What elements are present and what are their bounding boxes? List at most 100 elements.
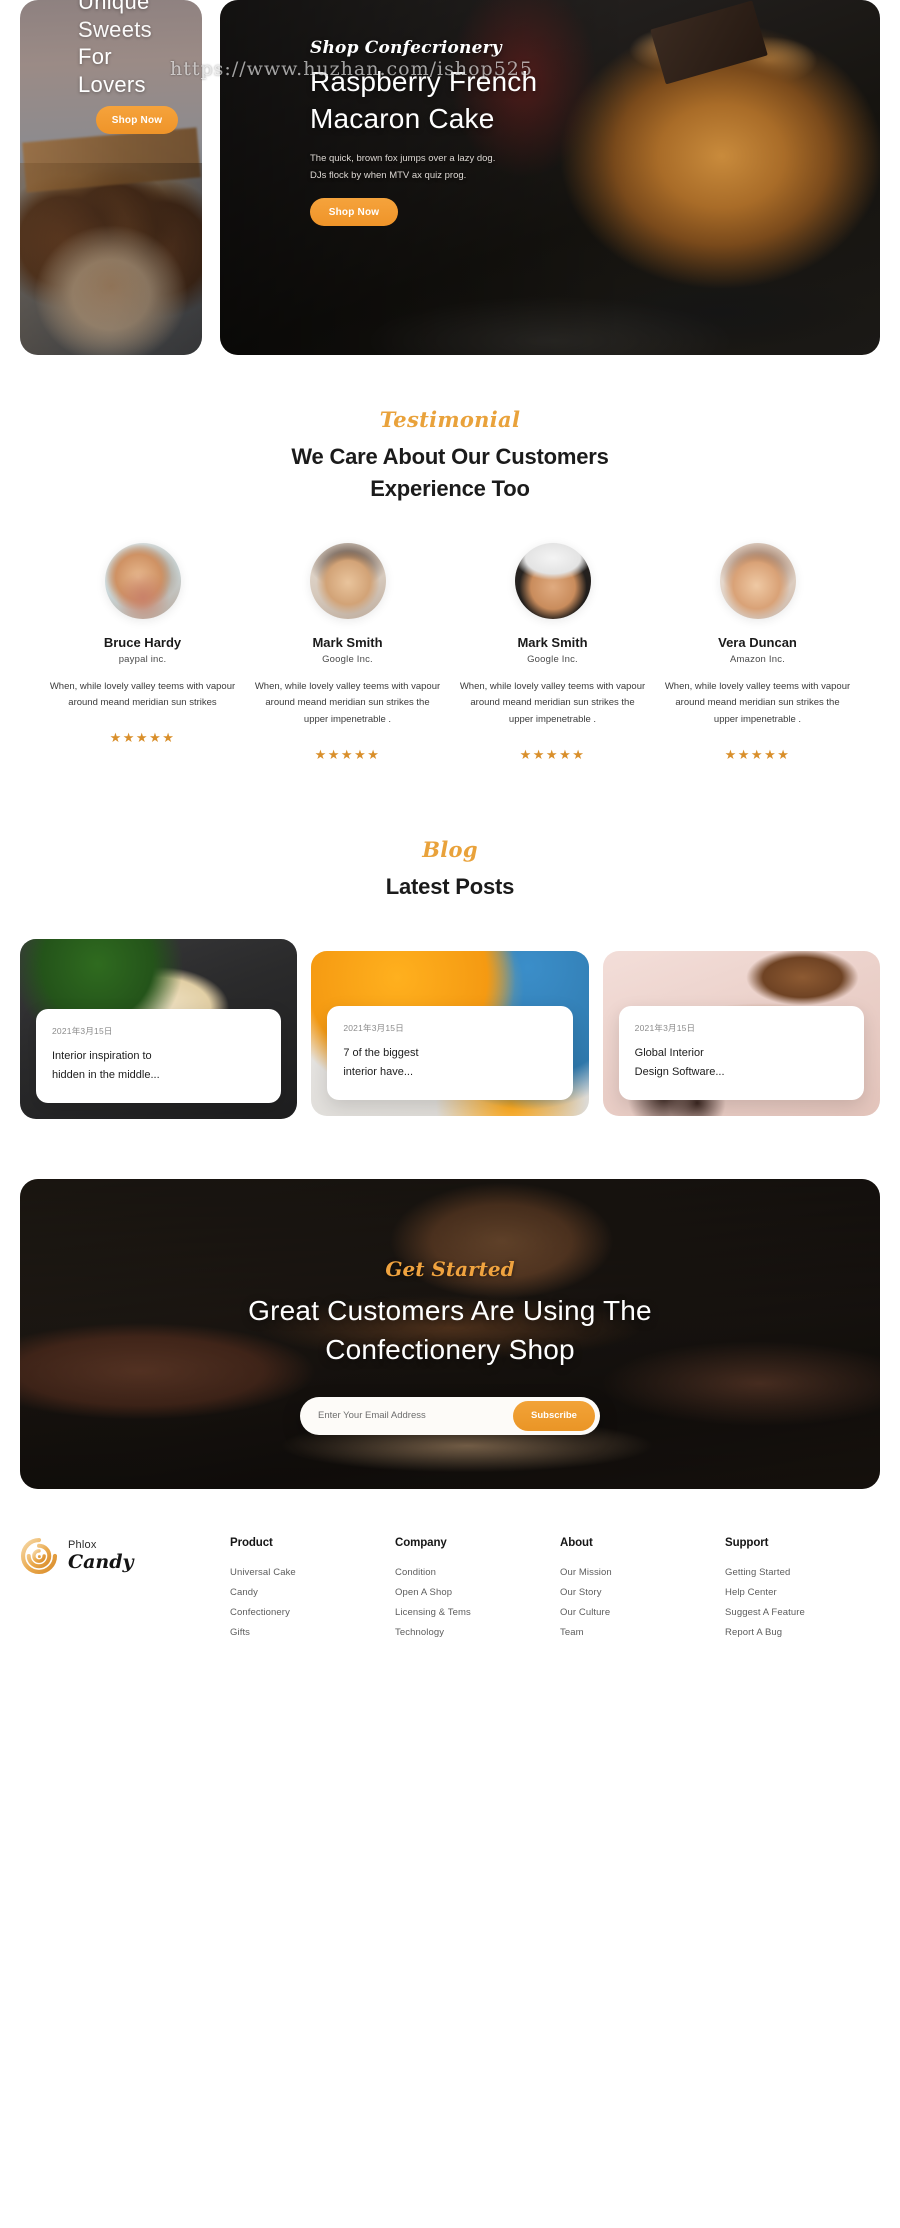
- footer-link-columns: Product Universal Cake Candy Confectione…: [220, 1537, 880, 1647]
- footer-column-about: About Our Mission Our Story Our Culture …: [560, 1537, 715, 1647]
- footer-link[interactable]: Report A Bug: [725, 1627, 880, 1638]
- testimonial-header: Testimonial We Care About Our Customers …: [0, 407, 900, 505]
- hero-right-sub-line1: The quick, brown fox jumps over a lazy d…: [310, 152, 496, 164]
- footer-column-heading: Company: [395, 1536, 447, 1549]
- footer-link[interactable]: Licensing & Tems: [395, 1607, 550, 1618]
- footer-link[interactable]: Team: [560, 1627, 715, 1638]
- rating-stars: ★★★★★: [109, 730, 176, 746]
- footer-link[interactable]: Candy: [230, 1587, 385, 1598]
- footer-link[interactable]: Universal Cake: [230, 1567, 385, 1578]
- blog-card-title: Interior inspiration to hidden in the mi…: [52, 1047, 265, 1084]
- footer-column-support: Support Getting Started Help Center Sugg…: [725, 1537, 880, 1647]
- testimonial-quote: When, while lovely valley teems with vap…: [459, 680, 646, 726]
- testimonial-script-label: Testimonial: [379, 407, 521, 432]
- testimonial-title: We Care About Our Customers Experience T…: [0, 441, 900, 505]
- footer-link[interactable]: Confectionery: [230, 1607, 385, 1618]
- blog-card-title-line1: Global Interior: [634, 1047, 704, 1060]
- cta-script-label: Get Started: [385, 1256, 515, 1281]
- footer-column-heading: About: [560, 1536, 593, 1549]
- blog-card-title-line2: interior have...: [343, 1065, 414, 1078]
- page-root: Unique Sweets For Lovers Shop Now Shop C…: [0, 0, 900, 2228]
- avatar: [104, 542, 181, 619]
- hero-left-heading: Unique Sweets For Lovers: [78, 0, 198, 98]
- hero-right-title-line2: Macaron Cake: [310, 102, 495, 134]
- testimonial-quote: When, while lovely valley teems with vap…: [49, 680, 236, 709]
- testimonial-company: paypal inc.: [118, 653, 167, 665]
- testimonial-title-line1: We Care About Our Customers: [291, 444, 609, 469]
- rating-stars: ★★★★★: [314, 746, 381, 762]
- footer-column-heading: Product: [230, 1536, 273, 1549]
- footer-link-list: Condition Open A Shop Licensing & Tems T…: [395, 1567, 550, 1638]
- subscribe-button[interactable]: Subscribe: [513, 1400, 595, 1431]
- hero-right-subtitle: The quick, brown fox jumps over a lazy d…: [310, 150, 570, 185]
- hero-section: Unique Sweets For Lovers Shop Now Shop C…: [0, 0, 900, 355]
- testimonial-quote: When, while lovely valley teems with vap…: [664, 680, 851, 726]
- hero-card-right[interactable]: Shop Confecrionery Raspberry French Maca…: [220, 0, 880, 355]
- footer-link[interactable]: Open A Shop: [395, 1587, 550, 1598]
- footer-link[interactable]: Suggest A Feature: [725, 1607, 880, 1618]
- hero-left-shop-now-button[interactable]: Shop Now: [96, 106, 178, 134]
- cta-title-line2: Confectionery Shop: [325, 1333, 575, 1365]
- footer-link[interactable]: Gifts: [230, 1627, 385, 1638]
- blog-title: Latest Posts: [385, 873, 515, 899]
- blog-card-list: 2021年3月15日 Interior inspiration to hidde…: [0, 938, 900, 1119]
- testimonial-name: Vera Duncan: [718, 634, 797, 650]
- footer-link-list: Universal Cake Candy Confectionery Gifts: [230, 1567, 385, 1638]
- hero-left-line1: Unique: [78, 0, 150, 14]
- testimonial-card: Bruce Hardy paypal inc. When, while love…: [40, 542, 245, 763]
- hero-left-line2: Sweets: [78, 16, 152, 42]
- subscribe-form: Subscribe: [300, 1396, 600, 1435]
- blog-card[interactable]: 2021年3月15日 Interior inspiration to hidde…: [20, 938, 298, 1119]
- testimonial-quote: When, while lovely valley teems with vap…: [254, 680, 441, 726]
- email-input[interactable]: [318, 1410, 513, 1422]
- blog-card-title-line1: 7 of the biggest: [343, 1047, 419, 1060]
- cta-banner: Get Started Great Customers Are Using Th…: [20, 1178, 880, 1489]
- hero-right-shop-now-button[interactable]: Shop Now: [310, 198, 398, 226]
- hero-left-line4: Lovers: [78, 71, 146, 97]
- cta-content: Get Started Great Customers Are Using Th…: [20, 1179, 880, 1435]
- hero-right-title-line1: Raspberry French: [310, 66, 538, 97]
- testimonial-card-list: Bruce Hardy paypal inc. When, while love…: [0, 542, 900, 763]
- footer-brand-top: Phlox: [68, 1538, 97, 1551]
- footer-link[interactable]: Our Culture: [560, 1607, 715, 1618]
- blog-card-title: 7 of the biggest interior have...: [343, 1044, 556, 1081]
- rating-stars: ★★★★★: [724, 746, 791, 762]
- avatar: [514, 542, 591, 619]
- footer-link[interactable]: Our Story: [560, 1587, 715, 1598]
- hero-card-left[interactable]: Unique Sweets For Lovers Shop Now: [20, 0, 202, 355]
- blog-card-date: 2021年3月15日: [634, 1023, 696, 1034]
- footer-column-company: Company Condition Open A Shop Licensing …: [395, 1537, 550, 1647]
- blog-header: Blog Latest Posts: [0, 837, 900, 903]
- hero-right-sub-line2: DJs flock by when MTV ax quiz prog.: [310, 170, 467, 182]
- footer-logo[interactable]: Phlox Candy: [20, 1537, 220, 1575]
- footer-link[interactable]: Help Center: [725, 1587, 880, 1598]
- hero-right-content: Shop Confecrionery Raspberry French Maca…: [220, 0, 880, 355]
- testimonial-name: Mark Smith: [517, 634, 588, 650]
- footer-link-list: Getting Started Help Center Suggest A Fe…: [725, 1567, 880, 1638]
- footer-brand: Phlox Candy: [20, 1537, 220, 1647]
- footer-link[interactable]: Condition: [395, 1567, 550, 1578]
- footer: Phlox Candy Product Universal Cake Candy…: [0, 1489, 900, 1647]
- blog-card-title-line2: hidden in the middle...: [52, 1068, 160, 1081]
- footer-link-list: Our Mission Our Story Our Culture Team: [560, 1567, 715, 1638]
- rating-stars: ★★★★★: [519, 746, 586, 762]
- blog-card-title: Global Interior Design Software...: [635, 1044, 848, 1081]
- cta-title: Great Customers Are Using The Confection…: [20, 1291, 880, 1369]
- testimonial-card: Mark Smith Google Inc. When, while lovel…: [245, 542, 450, 763]
- footer-link[interactable]: Technology: [395, 1627, 550, 1638]
- blog-card[interactable]: 2021年3月15日 Global Interior Design Softwa…: [602, 950, 880, 1116]
- blog-card-overlay: 2021年3月15日 Interior inspiration to hidde…: [36, 1009, 282, 1103]
- testimonial-section: Testimonial We Care About Our Customers …: [0, 355, 900, 763]
- hero-left-line3: For: [78, 44, 112, 69]
- footer-brand-bottom: Candy: [68, 1550, 134, 1573]
- blog-card[interactable]: 2021年3月15日 7 of the biggest interior hav…: [311, 950, 589, 1116]
- footer-link[interactable]: Our Mission: [560, 1567, 715, 1578]
- footer-link[interactable]: Getting Started: [725, 1567, 880, 1578]
- footer-column-heading: Support: [725, 1536, 769, 1549]
- blog-card-title-line1: Interior inspiration to: [52, 1050, 152, 1063]
- blog-card-date: 2021年3月15日: [343, 1023, 404, 1034]
- testimonial-company: Amazon Inc.: [729, 653, 785, 665]
- testimonial-company: Google Inc.: [322, 653, 373, 665]
- blog-card-date: 2021年3月15日: [52, 1026, 113, 1037]
- hero-right-eyebrow: Shop Confecrionery: [310, 38, 502, 58]
